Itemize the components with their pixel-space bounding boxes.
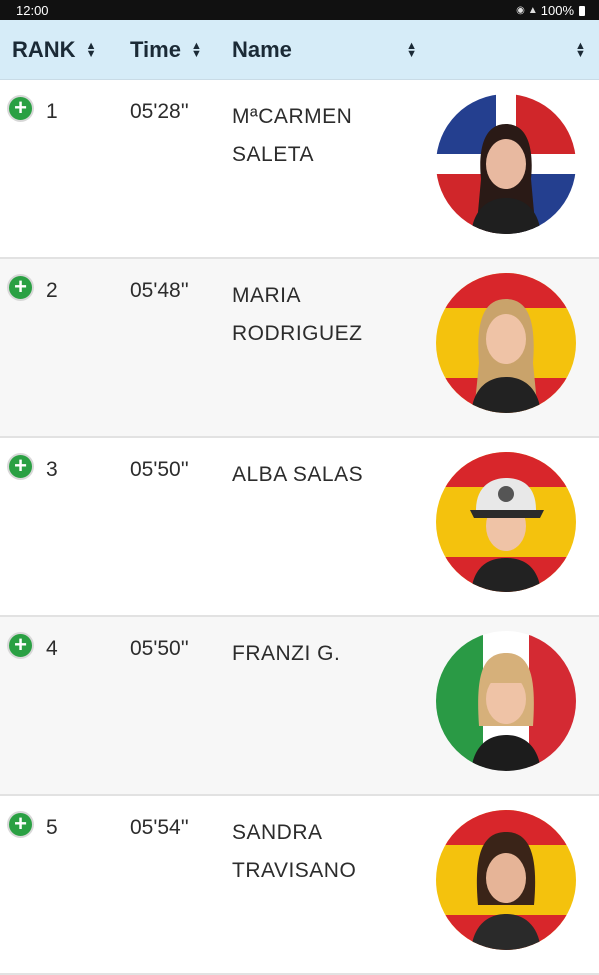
wifi-icon: ◉ xyxy=(516,5,525,16)
athlete-photo-avatar xyxy=(436,94,576,234)
table-row[interactable]: + 2 05'48'' MARIA RODRIGUEZ xyxy=(0,259,599,438)
battery-level: 100% xyxy=(540,3,574,18)
dominican-republic-flag-icon xyxy=(436,94,576,234)
rank-cell: 3 xyxy=(46,458,58,481)
time-cell: 05'54'' xyxy=(130,816,189,839)
rank-cell: 4 xyxy=(46,637,58,660)
athlete-photo-avatar xyxy=(436,452,576,592)
name-cell: FRANZI G. xyxy=(232,642,341,665)
column-header-name-label: Name xyxy=(232,37,292,62)
expand-row-button[interactable]: + xyxy=(7,274,34,301)
athlete-photo-avatar xyxy=(436,273,576,413)
athlete-photo-avatar xyxy=(436,631,576,771)
time-cell: 05'28'' xyxy=(130,100,189,123)
time-cell: 05'48'' xyxy=(130,279,189,302)
sort-icon: ▲ ▼ xyxy=(85,40,97,60)
column-header-photo[interactable]: ▲ ▼ xyxy=(565,20,586,80)
italy-flag-icon xyxy=(436,631,576,771)
time-cell: 05'50'' xyxy=(130,637,189,660)
spain-flag-icon xyxy=(436,273,576,413)
spain-flag-icon xyxy=(436,452,576,592)
spain-flag-icon xyxy=(436,810,576,950)
ranking-table: + 1 05'28'' MªCARMEN SALETA + 2 05'48'' … xyxy=(0,80,599,975)
table-row[interactable]: + 5 05'54'' SANDRA TRAVISANO xyxy=(0,796,599,975)
rank-cell: 2 xyxy=(46,279,58,302)
sort-icon: ▲ ▼ xyxy=(406,40,417,60)
status-right: ◉ ▲ 100% xyxy=(516,3,585,18)
name-cell: MARIA RODRIGUEZ xyxy=(232,284,363,345)
rank-cell: 1 xyxy=(46,100,58,123)
column-header-rank[interactable]: RANK ▲ ▼ xyxy=(12,20,96,80)
table-row[interactable]: + 4 05'50'' FRANZI G. xyxy=(0,617,599,796)
status-time: 12:00 xyxy=(16,3,49,18)
time-cell: 05'50'' xyxy=(130,458,189,481)
column-header-rank-label: RANK xyxy=(12,37,76,62)
column-header-time[interactable]: Time ▲ ▼ xyxy=(130,20,202,80)
rank-cell: 5 xyxy=(46,816,58,839)
name-cell: SANDRA TRAVISANO xyxy=(232,821,357,882)
table-row[interactable]: + 3 05'50'' ALBA SALAS xyxy=(0,438,599,617)
column-header-name[interactable]: Name ▲ ▼ xyxy=(232,20,417,80)
expand-row-button[interactable]: + xyxy=(7,453,34,480)
expand-row-button[interactable]: + xyxy=(7,95,34,122)
expand-row-button[interactable]: + xyxy=(7,632,34,659)
expand-row-button[interactable]: + xyxy=(7,811,34,838)
table-row[interactable]: + 1 05'28'' MªCARMEN SALETA xyxy=(0,80,599,259)
athlete-photo-avatar xyxy=(436,810,576,950)
column-header-time-label: Time xyxy=(130,37,181,62)
sort-icon: ▲ ▼ xyxy=(190,40,202,60)
battery-icon xyxy=(579,5,585,16)
name-cell: ALBA SALAS xyxy=(232,463,364,486)
sort-icon: ▲ ▼ xyxy=(575,40,586,60)
table-header: RANK ▲ ▼ Time ▲ ▼ Name ▲ ▼ ▲ ▼ xyxy=(0,20,599,80)
status-bar: 12:00 ◉ ▲ 100% xyxy=(0,0,599,20)
name-cell: MªCARMEN SALETA xyxy=(232,105,353,166)
signal-icon: ▲ xyxy=(527,5,538,16)
